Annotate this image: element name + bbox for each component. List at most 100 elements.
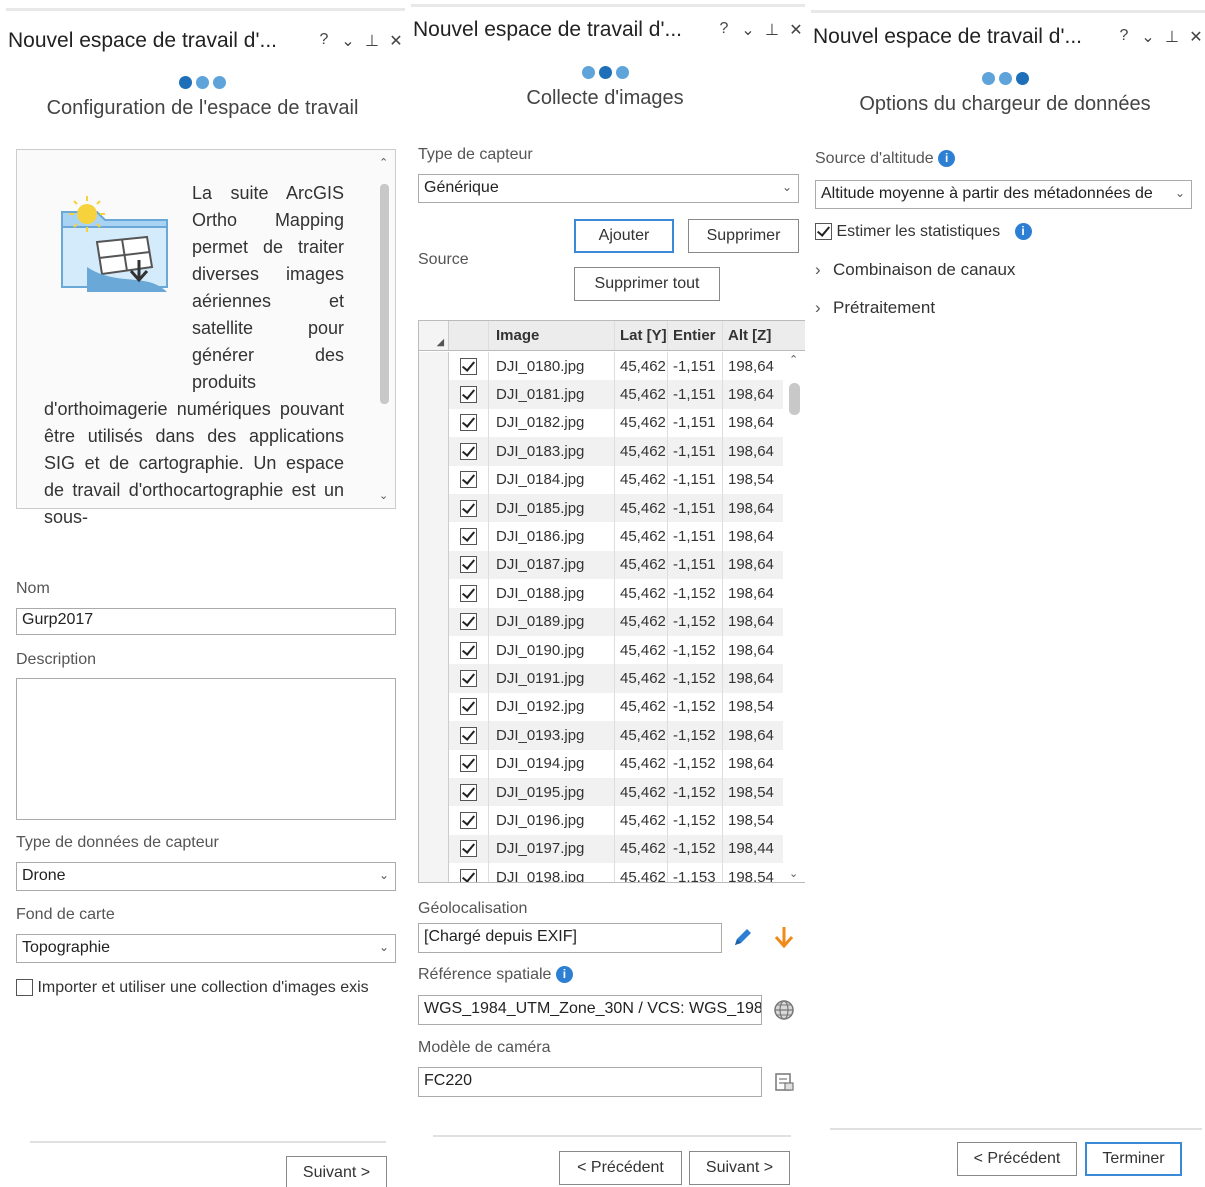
intro-scrollbar[interactable]: ⌃ ⌄ — [379, 156, 389, 502]
row-header[interactable] — [419, 380, 449, 409]
table-scrollbar[interactable]: ⌃ ⌄ — [783, 351, 805, 882]
row-header[interactable] — [419, 437, 449, 466]
row-check-cell[interactable] — [449, 352, 489, 381]
row-checkbox[interactable] — [460, 698, 477, 716]
close-icon[interactable]: ✕ — [789, 20, 803, 40]
table-row[interactable]: DJI_0188.jpg 45,462 -1,152 198,64 — [419, 579, 805, 608]
row-check-cell[interactable] — [449, 408, 489, 438]
row-check-cell[interactable] — [449, 380, 489, 409]
row-check-cell[interactable] — [449, 522, 489, 551]
info-icon[interactable]: i — [1014, 223, 1032, 241]
row-header[interactable] — [419, 494, 449, 523]
row-header[interactable] — [419, 352, 449, 381]
select-all-corner[interactable]: ◢ — [419, 321, 449, 350]
table-row[interactable]: DJI_0190.jpg 45,462 -1,152 198,64 — [419, 636, 805, 665]
band-combination-expander[interactable]: › Combinaison de canaux — [815, 260, 1015, 280]
row-checkbox[interactable] — [460, 442, 477, 460]
row-checkbox[interactable] — [460, 471, 477, 489]
row-checkbox[interactable] — [460, 755, 477, 773]
row-check-cell[interactable] — [449, 749, 489, 778]
row-header[interactable] — [419, 778, 449, 807]
row-header[interactable] — [419, 834, 449, 864]
intro-scroll-thumb[interactable] — [380, 184, 389, 404]
row-check-cell[interactable] — [449, 692, 489, 722]
row-header[interactable] — [419, 692, 449, 722]
row-header[interactable] — [419, 806, 449, 835]
row-checkbox[interactable] — [460, 840, 477, 858]
pencil-icon[interactable] — [732, 926, 754, 948]
row-header[interactable] — [419, 465, 449, 494]
geolocation-input[interactable]: [Chargé depuis EXIF] — [418, 923, 722, 953]
header-lat[interactable]: Lat [Y] — [616, 321, 668, 350]
row-check-cell[interactable] — [449, 579, 489, 608]
table-row[interactable]: DJI_0184.jpg 45,462 -1,151 198,54 — [419, 465, 805, 494]
row-checkbox[interactable] — [460, 357, 477, 375]
table-row[interactable]: DJI_0196.jpg 45,462 -1,152 198,54 — [419, 806, 805, 835]
row-check-cell[interactable] — [449, 550, 489, 580]
row-check-cell[interactable] — [449, 494, 489, 523]
table-row[interactable]: DJI_0182.jpg 45,462 -1,151 198,64 — [419, 408, 805, 438]
estimate-stats-checkbox[interactable] — [815, 223, 832, 241]
row-header[interactable] — [419, 863, 449, 882]
camera-model-input[interactable]: FC220 — [418, 1067, 762, 1097]
row-check-cell[interactable] — [449, 437, 489, 466]
table-row[interactable]: DJI_0185.jpg 45,462 -1,151 198,64 — [419, 494, 805, 523]
help-icon[interactable]: ? — [317, 31, 331, 51]
table-row[interactable]: DJI_0198.jpg 45,462 -1,153 198,54 — [419, 863, 805, 882]
row-checkbox[interactable] — [460, 584, 477, 602]
row-checkbox[interactable] — [460, 726, 477, 744]
header-image[interactable]: Image — [490, 321, 615, 350]
previous-button[interactable]: < Précédent — [957, 1142, 1077, 1176]
row-checkbox[interactable] — [460, 783, 477, 801]
table-row[interactable]: DJI_0189.jpg 45,462 -1,152 198,64 — [419, 607, 805, 636]
camera-properties-icon[interactable] — [773, 1071, 795, 1093]
table-row[interactable]: DJI_0191.jpg 45,462 -1,152 198,64 — [419, 664, 805, 693]
next-button[interactable]: Suivant > — [286, 1156, 387, 1187]
spatial-ref-input[interactable]: WGS_1984_UTM_Zone_30N / VCS: WGS_1984 — [418, 995, 762, 1025]
row-header[interactable] — [419, 749, 449, 778]
table-row[interactable]: DJI_0197.jpg 45,462 -1,152 198,44 — [419, 834, 805, 864]
table-row[interactable]: DJI_0192.jpg 45,462 -1,152 198,54 — [419, 692, 805, 722]
table-row[interactable]: DJI_0180.jpg 45,462 -1,151 198,64 — [419, 352, 805, 381]
pin-icon[interactable]: ⊥ — [1165, 27, 1179, 47]
chevron-down-icon[interactable]: ⌄ — [1141, 27, 1155, 47]
row-check-cell[interactable] — [449, 721, 489, 750]
row-checkbox[interactable] — [460, 641, 477, 659]
pin-icon[interactable]: ⊥ — [765, 20, 779, 40]
row-checkbox[interactable] — [460, 868, 477, 882]
table-scroll-thumb[interactable] — [789, 383, 800, 415]
table-row[interactable]: DJI_0187.jpg 45,462 -1,151 198,64 — [419, 550, 805, 580]
row-header[interactable] — [419, 721, 449, 750]
sensor-data-type-select[interactable]: Drone ⌄ — [16, 862, 396, 891]
row-header[interactable] — [419, 607, 449, 636]
globe-icon[interactable] — [773, 999, 795, 1021]
row-check-cell[interactable] — [449, 636, 489, 665]
row-header[interactable] — [419, 579, 449, 608]
next-button[interactable]: Suivant > — [689, 1151, 790, 1185]
row-checkbox[interactable] — [460, 414, 477, 432]
finish-button[interactable]: Terminer — [1085, 1142, 1182, 1176]
row-check-cell[interactable] — [449, 607, 489, 636]
chevron-down-icon[interactable]: ⌄ — [341, 31, 355, 51]
add-button[interactable]: Ajouter — [574, 219, 674, 253]
table-row[interactable]: DJI_0186.jpg 45,462 -1,151 198,64 — [419, 522, 805, 551]
row-checkbox[interactable] — [460, 499, 477, 517]
table-row[interactable]: DJI_0193.jpg 45,462 -1,152 198,64 — [419, 721, 805, 750]
row-check-cell[interactable] — [449, 465, 489, 494]
row-checkbox[interactable] — [460, 528, 477, 546]
table-row[interactable]: DJI_0183.jpg 45,462 -1,151 198,64 — [419, 437, 805, 466]
help-icon[interactable]: ? — [717, 20, 731, 40]
preprocessing-expander[interactable]: › Prétraitement — [815, 298, 935, 318]
table-row[interactable]: DJI_0194.jpg 45,462 -1,152 198,64 — [419, 749, 805, 778]
arrow-down-icon[interactable] — [773, 925, 795, 949]
info-icon[interactable]: i — [938, 150, 956, 168]
close-icon[interactable]: ✕ — [389, 31, 403, 51]
row-check-cell[interactable] — [449, 778, 489, 807]
row-checkbox[interactable] — [460, 556, 477, 574]
table-row[interactable]: DJI_0181.jpg 45,462 -1,151 198,64 — [419, 380, 805, 409]
row-header[interactable] — [419, 408, 449, 438]
import-collection-option[interactable]: Importer et utiliser une collection d'im… — [16, 979, 369, 997]
row-checkbox[interactable] — [460, 613, 477, 631]
row-checkbox[interactable] — [460, 386, 477, 404]
row-check-cell[interactable] — [449, 863, 489, 882]
